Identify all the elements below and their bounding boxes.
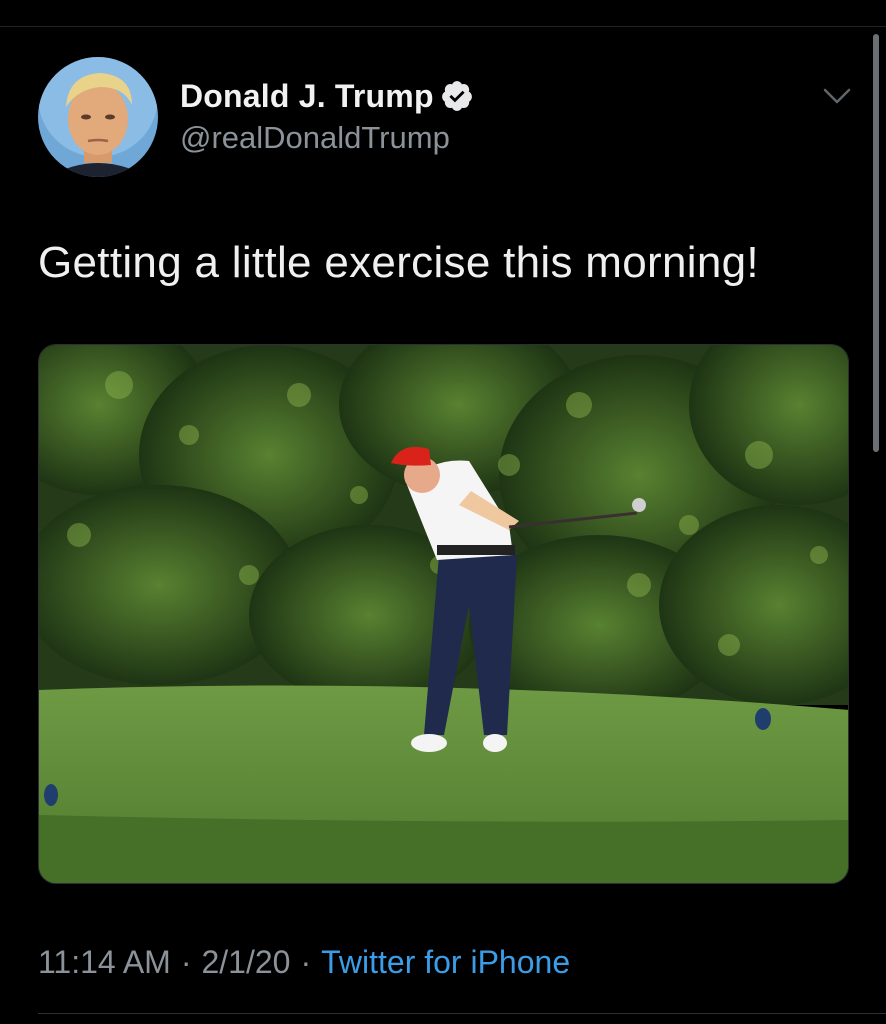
verified-badge-icon	[441, 81, 472, 111]
tweet-source-link[interactable]: Twitter for iPhone	[321, 944, 570, 981]
separator: ·	[300, 944, 312, 980]
tweet-text: Getting a little exercise this morning!	[38, 238, 759, 287]
tweet-date: 2/1/20	[201, 944, 291, 980]
top-divider	[0, 26, 886, 27]
tweet-meta: 11:14 AM · 2/1/20 · Twitter for iPhone	[38, 944, 570, 981]
avatar[interactable]	[38, 57, 158, 177]
photo-golfer-icon	[39, 345, 848, 883]
separator: ·	[180, 944, 192, 980]
tweet-time: 11:14 AM	[38, 944, 171, 980]
name-row: Donald J. Trump	[180, 76, 474, 116]
author-block[interactable]: Donald J. Trump @realDonaldTrump	[180, 76, 474, 156]
scrollbar[interactable]	[873, 34, 879, 452]
avatar-photo-icon	[38, 57, 158, 177]
bottom-divider	[38, 1013, 886, 1014]
tweet-photo[interactable]	[38, 344, 849, 884]
display-name[interactable]: Donald J. Trump	[180, 78, 434, 115]
chevron-down-icon[interactable]	[822, 84, 852, 108]
handle[interactable]: @realDonaldTrump	[180, 120, 474, 156]
